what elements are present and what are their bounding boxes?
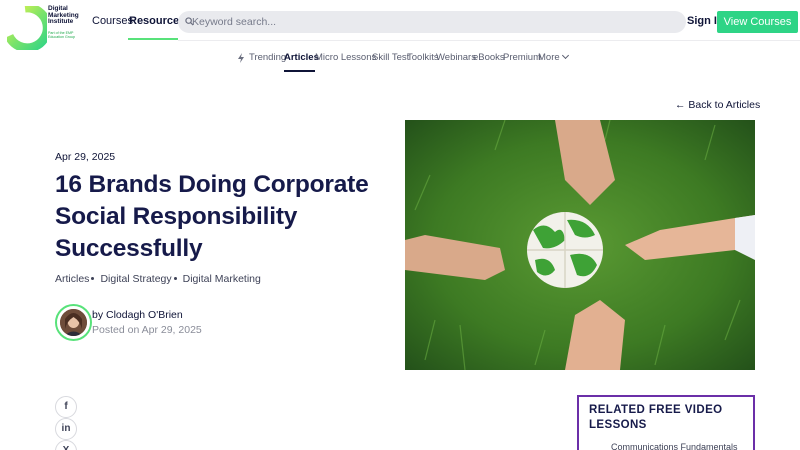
lightning-icon	[238, 53, 244, 63]
article-tags: Articles Digital Strategy Digital Marketin…	[55, 273, 261, 285]
author-avatar[interactable]	[55, 304, 92, 341]
subnav-more[interactable]: More	[538, 51, 569, 63]
subnav-webinars[interactable]: Webinars	[436, 52, 476, 63]
nav-courses[interactable]: Courses	[92, 15, 133, 27]
author-photo	[60, 309, 87, 336]
subnav-toolkits[interactable]: Toolkits	[407, 52, 439, 63]
facebook-icon[interactable]: f	[55, 396, 77, 418]
logo-subtitle: Part of the EMP Education Group	[48, 31, 75, 40]
tag-digital-strategy[interactable]: Digital Strategy	[100, 273, 171, 285]
subnav-ebooks[interactable]: eBooks	[473, 52, 505, 63]
article-date: Apr 29, 2025	[55, 151, 116, 163]
subnav-more-label: More	[538, 52, 560, 63]
tag-digital-marketing[interactable]: Digital Marketing	[183, 273, 261, 285]
subnav-skill-test[interactable]: Skill Test	[372, 52, 409, 63]
posted-date: Posted on Apr 29, 2025	[92, 324, 202, 336]
related-lesson-item[interactable]: Communications Fundamentals	[611, 442, 738, 450]
subnav-trending[interactable]: Trending	[249, 52, 286, 63]
logo-wordmark: Digital Marketing Institute	[48, 5, 79, 25]
header-divider	[178, 40, 800, 41]
linkedin-icon[interactable]: in	[55, 418, 77, 440]
related-video-lessons: RELATED FREE VIDEO LESSONS Communication…	[577, 395, 755, 450]
tag-separator	[173, 276, 177, 280]
search-input[interactable]	[192, 14, 672, 30]
x-icon[interactable]: X	[55, 440, 77, 450]
dmi-logo[interactable]: Digital Marketing Institute Part of the …	[7, 5, 87, 50]
hero-image	[405, 120, 755, 370]
subnav-active-underline	[284, 70, 315, 72]
view-courses-button[interactable]: View Courses	[717, 11, 798, 33]
dmi-logo-mark	[7, 6, 47, 50]
tag-articles[interactable]: Articles	[55, 273, 89, 285]
subnav-micro-lessons[interactable]: Micro Lessons	[315, 52, 376, 63]
author-name[interactable]: by Clodagh O'Brien	[92, 309, 183, 321]
site-header: Digital Marketing Institute Part of the …	[0, 0, 800, 50]
chevron-down-icon	[561, 51, 569, 60]
resources-subnav: Trending Articles Micro Lessons Skill Te…	[0, 51, 800, 72]
nav-resources[interactable]: Resources	[129, 15, 185, 27]
back-to-articles-link[interactable]: ← Back to Articles	[675, 99, 760, 111]
subnav-articles[interactable]: Articles	[284, 52, 319, 63]
nav-active-underline	[128, 38, 178, 40]
subnav-premium[interactable]: Premium	[503, 52, 541, 63]
search-bar[interactable]	[178, 11, 686, 33]
article-title: 16 Brands Doing Corporate Social Respons…	[55, 171, 369, 262]
related-title: RELATED FREE VIDEO LESSONS	[589, 404, 723, 431]
tag-separator	[91, 276, 95, 280]
